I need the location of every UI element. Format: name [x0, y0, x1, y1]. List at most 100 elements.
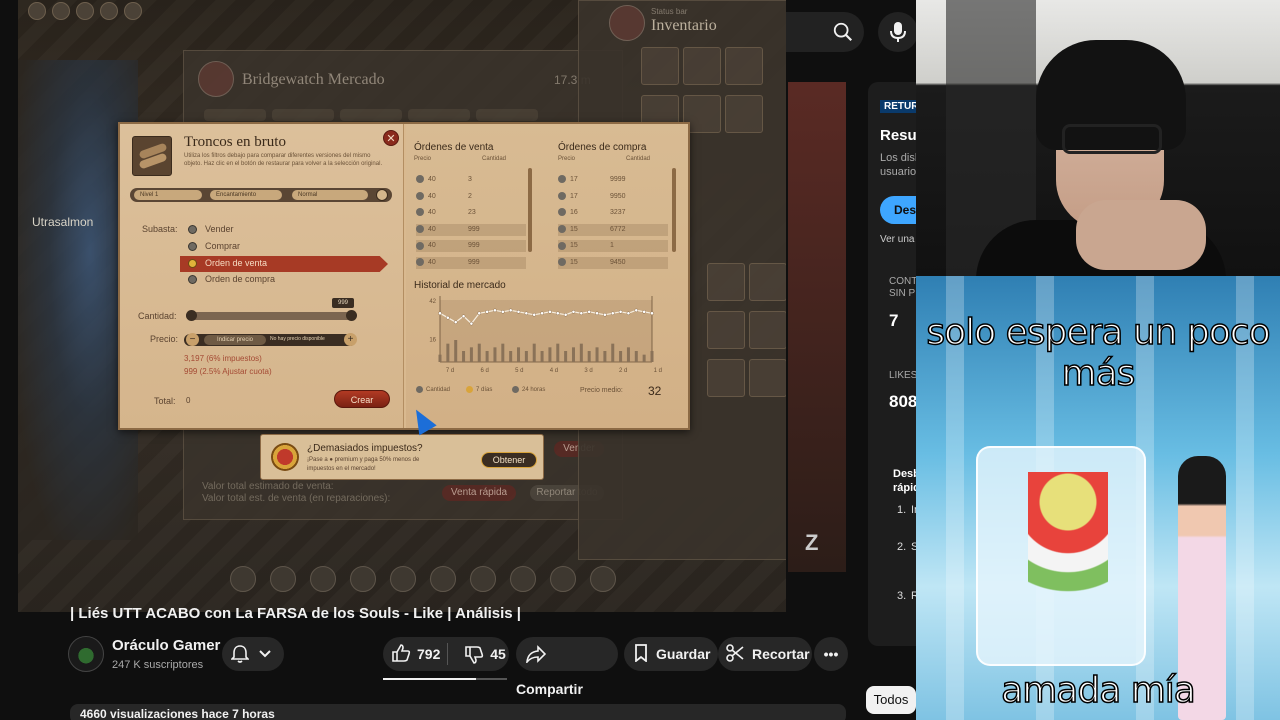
silver-coin-icon [558, 208, 566, 217]
quantity-slider[interactable] [186, 312, 354, 320]
legend-24horas[interactable]: 24 horas [512, 386, 545, 393]
inventory-slot[interactable] [707, 263, 745, 301]
filter-pill[interactable] [204, 109, 266, 121]
order-price: 40 [428, 176, 436, 183]
option-vender[interactable]: Vender [188, 224, 234, 235]
share-button[interactable]: Compartir [516, 637, 618, 697]
order-row[interactable]: 15 6772 [558, 223, 668, 236]
order-row[interactable]: 40 999 [416, 223, 526, 236]
inventory-slot[interactable] [725, 47, 763, 85]
skill-slot[interactable] [510, 566, 536, 592]
game-top-icons [28, 2, 142, 20]
inventory-slot[interactable] [683, 47, 721, 85]
order-row[interactable]: 40 2 [416, 191, 526, 203]
order-row[interactable]: 40 3 [416, 174, 526, 186]
skill-slot[interactable] [230, 566, 256, 592]
x-tick-label: 5 d [515, 368, 523, 374]
order-price: 40 [428, 225, 436, 233]
inventory-slot[interactable] [749, 311, 786, 349]
volume-bar [556, 343, 560, 362]
close-icon[interactable]: ✕ [383, 130, 399, 146]
voice-search-button[interactable] [878, 12, 918, 52]
order-quantity: 2 [468, 192, 472, 200]
option-orden-de-compra[interactable]: Orden de compra [188, 274, 275, 285]
list-number: 2. [897, 541, 907, 553]
silver-coin-icon [558, 175, 566, 184]
clip-button[interactable]: Recortar [718, 637, 812, 671]
obtener-button[interactable]: Obtener [481, 452, 537, 468]
option-comprar[interactable]: Comprar [188, 241, 240, 252]
order-row[interactable]: 16 3237 [558, 207, 668, 219]
quantity-value[interactable]: 999 [332, 298, 354, 308]
inventory-slot[interactable] [749, 263, 786, 301]
skill-slot[interactable] [550, 566, 576, 592]
silver-coin-icon [416, 241, 424, 250]
channel-name[interactable]: Oráculo Gamer [112, 637, 220, 654]
skill-slot[interactable] [590, 566, 616, 592]
save-button[interactable]: Guardar [624, 637, 718, 671]
dislike-button[interactable] [464, 638, 484, 672]
buy-scrollbar[interactable] [672, 168, 676, 252]
price-point [642, 309, 646, 314]
slider-max-handle[interactable] [346, 310, 357, 321]
order-row[interactable]: 15 1 [558, 240, 668, 253]
enchant-select[interactable]: Encantamiento [210, 190, 282, 200]
legend-cantidad[interactable]: Cantidad [416, 386, 450, 393]
inventory-slot[interactable] [641, 47, 679, 85]
skill-slot[interactable] [470, 566, 496, 592]
x-tick-label: 1 d [654, 368, 662, 374]
video-description-box[interactable]: 4660 visualizaciones hace 7 horas [70, 704, 846, 720]
legend-7dias[interactable]: 7 días [466, 386, 492, 393]
filter-pill[interactable] [272, 109, 334, 121]
x-tick-label: 6 d [480, 368, 488, 374]
market-info-panel: Órdenes de venta Órdenes de compra Preci… [406, 124, 688, 428]
restore-icon[interactable] [376, 189, 388, 201]
inventory-slot[interactable] [707, 311, 745, 349]
chip-todos[interactable]: Todos [866, 686, 916, 714]
slider-min-handle[interactable] [186, 310, 197, 321]
like-button[interactable] [391, 638, 411, 672]
fee-line: 999 (2.5% Ajustar cuota) [184, 367, 272, 376]
price-increase-button[interactable]: + [344, 333, 357, 346]
recommendation-thumbnail[interactable] [788, 82, 846, 572]
crear-button[interactable]: Crear [334, 390, 390, 408]
skill-slot[interactable] [430, 566, 456, 592]
item-description: Utiliza los filtros debajo para comparar… [184, 153, 383, 167]
order-row[interactable]: 17 9999 [558, 174, 668, 186]
stat-label: SIN P [889, 288, 916, 299]
channel-avatar[interactable] [68, 636, 104, 672]
filter-pill[interactable] [408, 109, 470, 121]
sell-scrollbar[interactable] [528, 168, 532, 252]
quality-select[interactable]: Normal [292, 190, 368, 200]
like-count: 792 [417, 646, 441, 662]
order-form-panel: Troncos en bruto Utiliza los filtros deb… [120, 124, 404, 428]
order-row[interactable]: 15 9450 [558, 257, 668, 269]
notifications-button[interactable] [222, 637, 284, 671]
skill-slot[interactable] [310, 566, 336, 592]
filter-pill[interactable] [340, 109, 402, 121]
venta-rapida-button[interactable]: Venta rápida [442, 485, 516, 501]
inventory-slot[interactable] [749, 359, 786, 397]
skill-slot[interactable] [390, 566, 416, 592]
search-icon [833, 22, 853, 42]
more-actions-button[interactable]: ••• [814, 637, 848, 671]
search-button[interactable] [786, 12, 864, 52]
tier-select[interactable]: Nivel 1 [134, 190, 202, 200]
like-divider [447, 643, 448, 665]
price-decrease-button[interactable]: − [186, 333, 199, 346]
option-orden-de-venta[interactable]: Orden de venta [188, 258, 267, 269]
order-quantity: 9450 [610, 259, 626, 266]
order-row[interactable]: 40 999 [416, 240, 526, 253]
silver-coin-icon [416, 208, 424, 217]
skill-slot[interactable] [270, 566, 296, 592]
order-row[interactable]: 40 23 [416, 207, 526, 219]
filter-pill[interactable] [476, 109, 538, 121]
skill-slot[interactable] [350, 566, 376, 592]
inventory-slot[interactable] [707, 359, 745, 397]
price-input[interactable]: Indicar precio [204, 335, 266, 345]
order-row[interactable]: 40 999 [416, 257, 526, 269]
radio-icon [188, 225, 197, 235]
bell-icon [231, 645, 249, 663]
order-row[interactable]: 17 9950 [558, 191, 668, 203]
inventory-slot[interactable] [725, 95, 763, 133]
